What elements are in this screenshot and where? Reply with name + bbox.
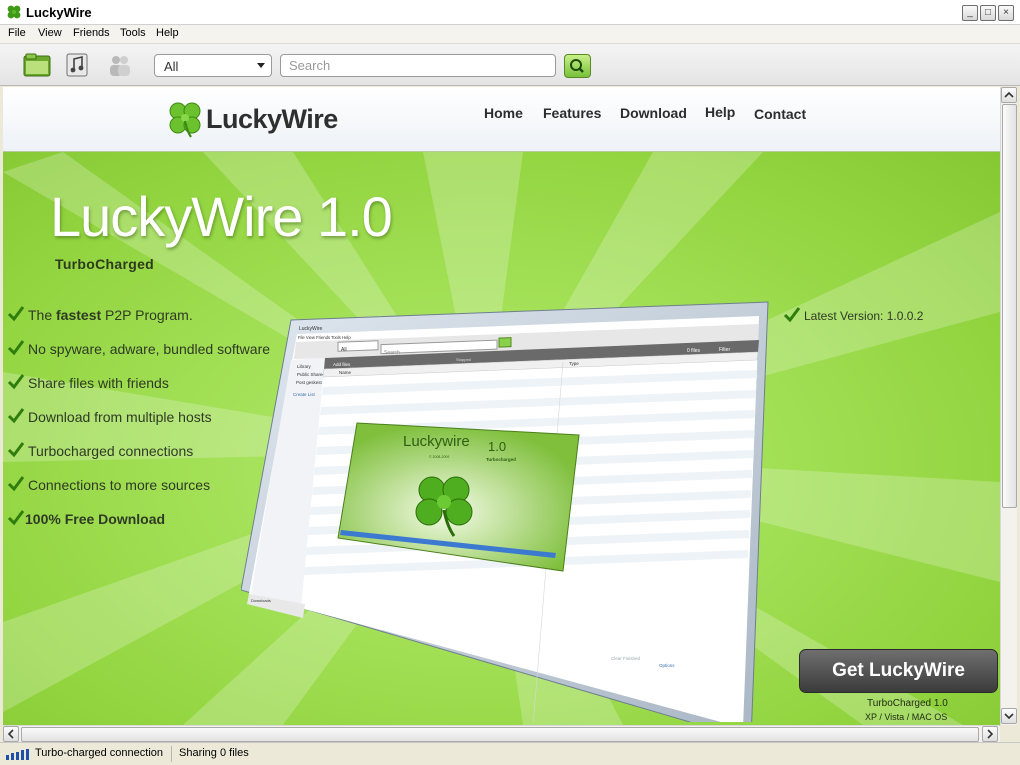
mock-splash-sub: Turbocharged (486, 457, 516, 462)
mock-col-type: Type (569, 361, 579, 366)
mock-splash-version: 1.0 (488, 439, 506, 454)
hero-title: LuckyWire 1.0 (50, 185, 393, 248)
maximize-button[interactable]: □ (980, 5, 996, 21)
mock-options: Options (659, 663, 675, 668)
cta-version-text: TurboCharged 1.0 (867, 698, 948, 709)
hero-subtitle: TurboCharged (55, 256, 155, 272)
checkmark-icon (7, 340, 25, 356)
library-folder-icon[interactable] (23, 52, 51, 78)
checkmark-icon (7, 306, 25, 322)
checkmark-icon (7, 374, 25, 390)
search-button[interactable] (564, 54, 591, 78)
hero-section: LuckyWire 1.0 TurboCharged The fastest P… (3, 152, 1000, 725)
filter-select[interactable]: All (154, 54, 272, 77)
scroll-down-button[interactable] (1001, 708, 1017, 724)
scroll-left-button[interactable] (3, 726, 19, 742)
mock-splash-title: Luckywire (403, 433, 470, 450)
checkmark-icon (7, 510, 25, 526)
nav-help[interactable]: Help (705, 104, 735, 120)
close-button[interactable]: × (998, 5, 1014, 21)
connection-status: Turbo-charged connection (35, 747, 164, 759)
menu-tools[interactable]: Tools (120, 27, 146, 39)
mock-stopped: Stopped (456, 357, 471, 362)
friends-icon[interactable] (106, 52, 134, 78)
nav-features[interactable]: Features (543, 105, 601, 121)
mock-title: LuckyWire (299, 326, 323, 332)
menu-friends[interactable]: Friends (73, 27, 110, 39)
nav-contact[interactable]: Contact (754, 106, 806, 122)
horizontal-scroll-thumb[interactable] (21, 727, 979, 742)
sharing-status: Sharing 0 files (179, 747, 249, 759)
site-header: LuckyWire Home Features Download Help Co… (3, 87, 1000, 152)
checkmark-icon (7, 442, 25, 458)
signal-strength-icon (6, 749, 29, 760)
mock-filter-button: Filter (719, 347, 730, 353)
chevron-down-icon (1004, 713, 1014, 720)
menu-help[interactable]: Help (156, 27, 179, 39)
vertical-scrollbar[interactable] (1000, 87, 1017, 725)
search-icon (570, 59, 584, 73)
horizontal-scrollbar[interactable] (3, 725, 1000, 742)
mock-downloads: Downloads (251, 598, 271, 603)
clover-app-icon (7, 5, 21, 19)
menu-view[interactable]: View (38, 27, 62, 39)
app-screenshot-preview: LuckyWire File View Friends Tools Help A… (241, 301, 769, 722)
mock-add-files: Add files (333, 362, 351, 367)
menu-bar: File View Friends Tools Help (0, 25, 1020, 44)
cta-platforms-text: XP / Vista / MAC OS (865, 712, 948, 722)
chevron-right-icon (987, 729, 994, 739)
mock-splash-copy: © 2008-2009 (429, 455, 449, 459)
window-title: LuckyWire (26, 5, 92, 20)
nav-download[interactable]: Download (620, 105, 687, 121)
chevron-left-icon (7, 729, 14, 739)
filter-select-value: All (164, 59, 179, 74)
clover-logo-icon (169, 102, 201, 138)
web-viewport: LuckyWire Home Features Download Help Co… (3, 87, 1000, 725)
mock-clear-finished: Clear Finished (611, 656, 641, 661)
mock-sidebar-item: Public Shared (297, 372, 326, 377)
mock-files-count: 0 files (687, 348, 701, 354)
music-note-icon[interactable] (64, 52, 92, 78)
mock-filter: All (341, 347, 347, 353)
scroll-up-button[interactable] (1001, 87, 1017, 103)
site-logo-text[interactable]: LuckyWire (206, 104, 338, 135)
mock-sidebar-item: Post geskest (296, 380, 323, 385)
status-bar: Turbo-charged connection Sharing 0 files (0, 742, 1020, 765)
get-luckywire-button[interactable]: Get LuckyWire (799, 649, 998, 693)
mock-menu: File View Friends Tools Help (298, 335, 351, 340)
title-bar: LuckyWire _ □ × (0, 0, 1020, 25)
nav-home[interactable]: Home (484, 105, 523, 121)
search-input[interactable] (280, 54, 556, 77)
chevron-up-icon (1004, 91, 1014, 98)
mock-sidebar-item: Library (297, 364, 312, 369)
minimize-button[interactable]: _ (962, 5, 978, 21)
vertical-scroll-thumb[interactable] (1002, 104, 1017, 508)
menu-file[interactable]: File (8, 27, 26, 39)
chevron-down-icon (257, 63, 265, 68)
toolbar: All (0, 44, 1020, 86)
status-divider (171, 746, 172, 762)
scroll-right-button[interactable] (982, 726, 998, 742)
checkmark-icon (7, 476, 25, 492)
checkmark-icon (7, 408, 25, 424)
mock-col-name: Name (339, 370, 352, 375)
mock-sidebar-item: Create List (293, 392, 316, 397)
checkmark-icon (783, 307, 801, 323)
